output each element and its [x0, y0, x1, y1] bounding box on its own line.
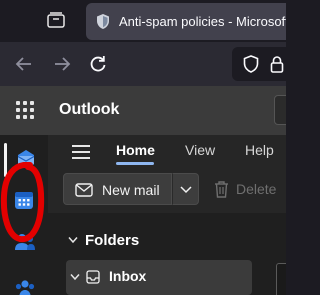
- browser-tab-strip: Anti-spam policies - Microsoft: [0, 0, 286, 42]
- people-icon[interactable]: [14, 231, 36, 253]
- chevron-down-icon[interactable]: [70, 273, 80, 281]
- tab-title: Anti-spam policies - Microsoft: [119, 14, 286, 29]
- active-tab-underline: [116, 162, 154, 165]
- folders-label: Folders: [85, 232, 140, 249]
- envelope-icon: [75, 183, 93, 197]
- groups-icon[interactable]: [14, 278, 36, 295]
- folder-pane: Folders Inbox: [48, 213, 286, 295]
- hamburger-menu-icon[interactable]: [72, 145, 90, 159]
- shield-favicon-icon: [97, 14, 109, 29]
- tab-home[interactable]: Home: [116, 142, 155, 158]
- calendar-icon[interactable]: [13, 189, 35, 211]
- app-rail: [0, 135, 48, 295]
- new-mail-label: New mail: [102, 182, 160, 198]
- outlook-header: Outlook: [0, 86, 286, 135]
- tab-view[interactable]: View: [185, 142, 215, 158]
- folders-header[interactable]: Folders: [64, 229, 234, 253]
- ribbon-toolbar: New mail Delete: [48, 167, 286, 213]
- arrow-right-icon[interactable]: [52, 54, 72, 74]
- reload-icon[interactable]: [88, 54, 108, 74]
- chevron-down-icon: [68, 237, 78, 244]
- browser-nav-bar: [0, 42, 286, 86]
- url-bar[interactable]: [232, 47, 286, 81]
- ribbon-tabs: Home View Help: [48, 135, 286, 167]
- chevron-down-icon: [180, 186, 192, 194]
- app-launcher-icon[interactable]: [16, 101, 34, 119]
- search-box[interactable]: [274, 95, 286, 125]
- inbox-icon: [86, 270, 100, 284]
- message-list-edge: [276, 263, 286, 295]
- arrow-left-icon[interactable]: [14, 54, 34, 74]
- selected-indicator: [4, 143, 7, 177]
- new-mail-button[interactable]: New mail: [63, 173, 172, 205]
- tab-list-icon[interactable]: [47, 12, 65, 28]
- screen: Anti-spam policies - Microsoft Outlook H…: [0, 0, 286, 295]
- trash-icon: [215, 181, 228, 198]
- delete-label: Delete: [236, 181, 277, 197]
- folder-label: Inbox: [109, 268, 147, 284]
- lock-icon[interactable]: [270, 55, 284, 73]
- folder-item-inbox[interactable]: Inbox: [66, 260, 252, 295]
- new-mail-dropdown-button[interactable]: [172, 173, 199, 205]
- mail-icon[interactable]: [15, 146, 37, 168]
- app-title[interactable]: Outlook: [59, 101, 119, 119]
- tab-help[interactable]: Help: [245, 142, 274, 158]
- shield-icon[interactable]: [243, 55, 259, 73]
- active-browser-tab[interactable]: Anti-spam policies - Microsoft: [86, 3, 286, 40]
- delete-button[interactable]: Delete: [214, 173, 286, 205]
